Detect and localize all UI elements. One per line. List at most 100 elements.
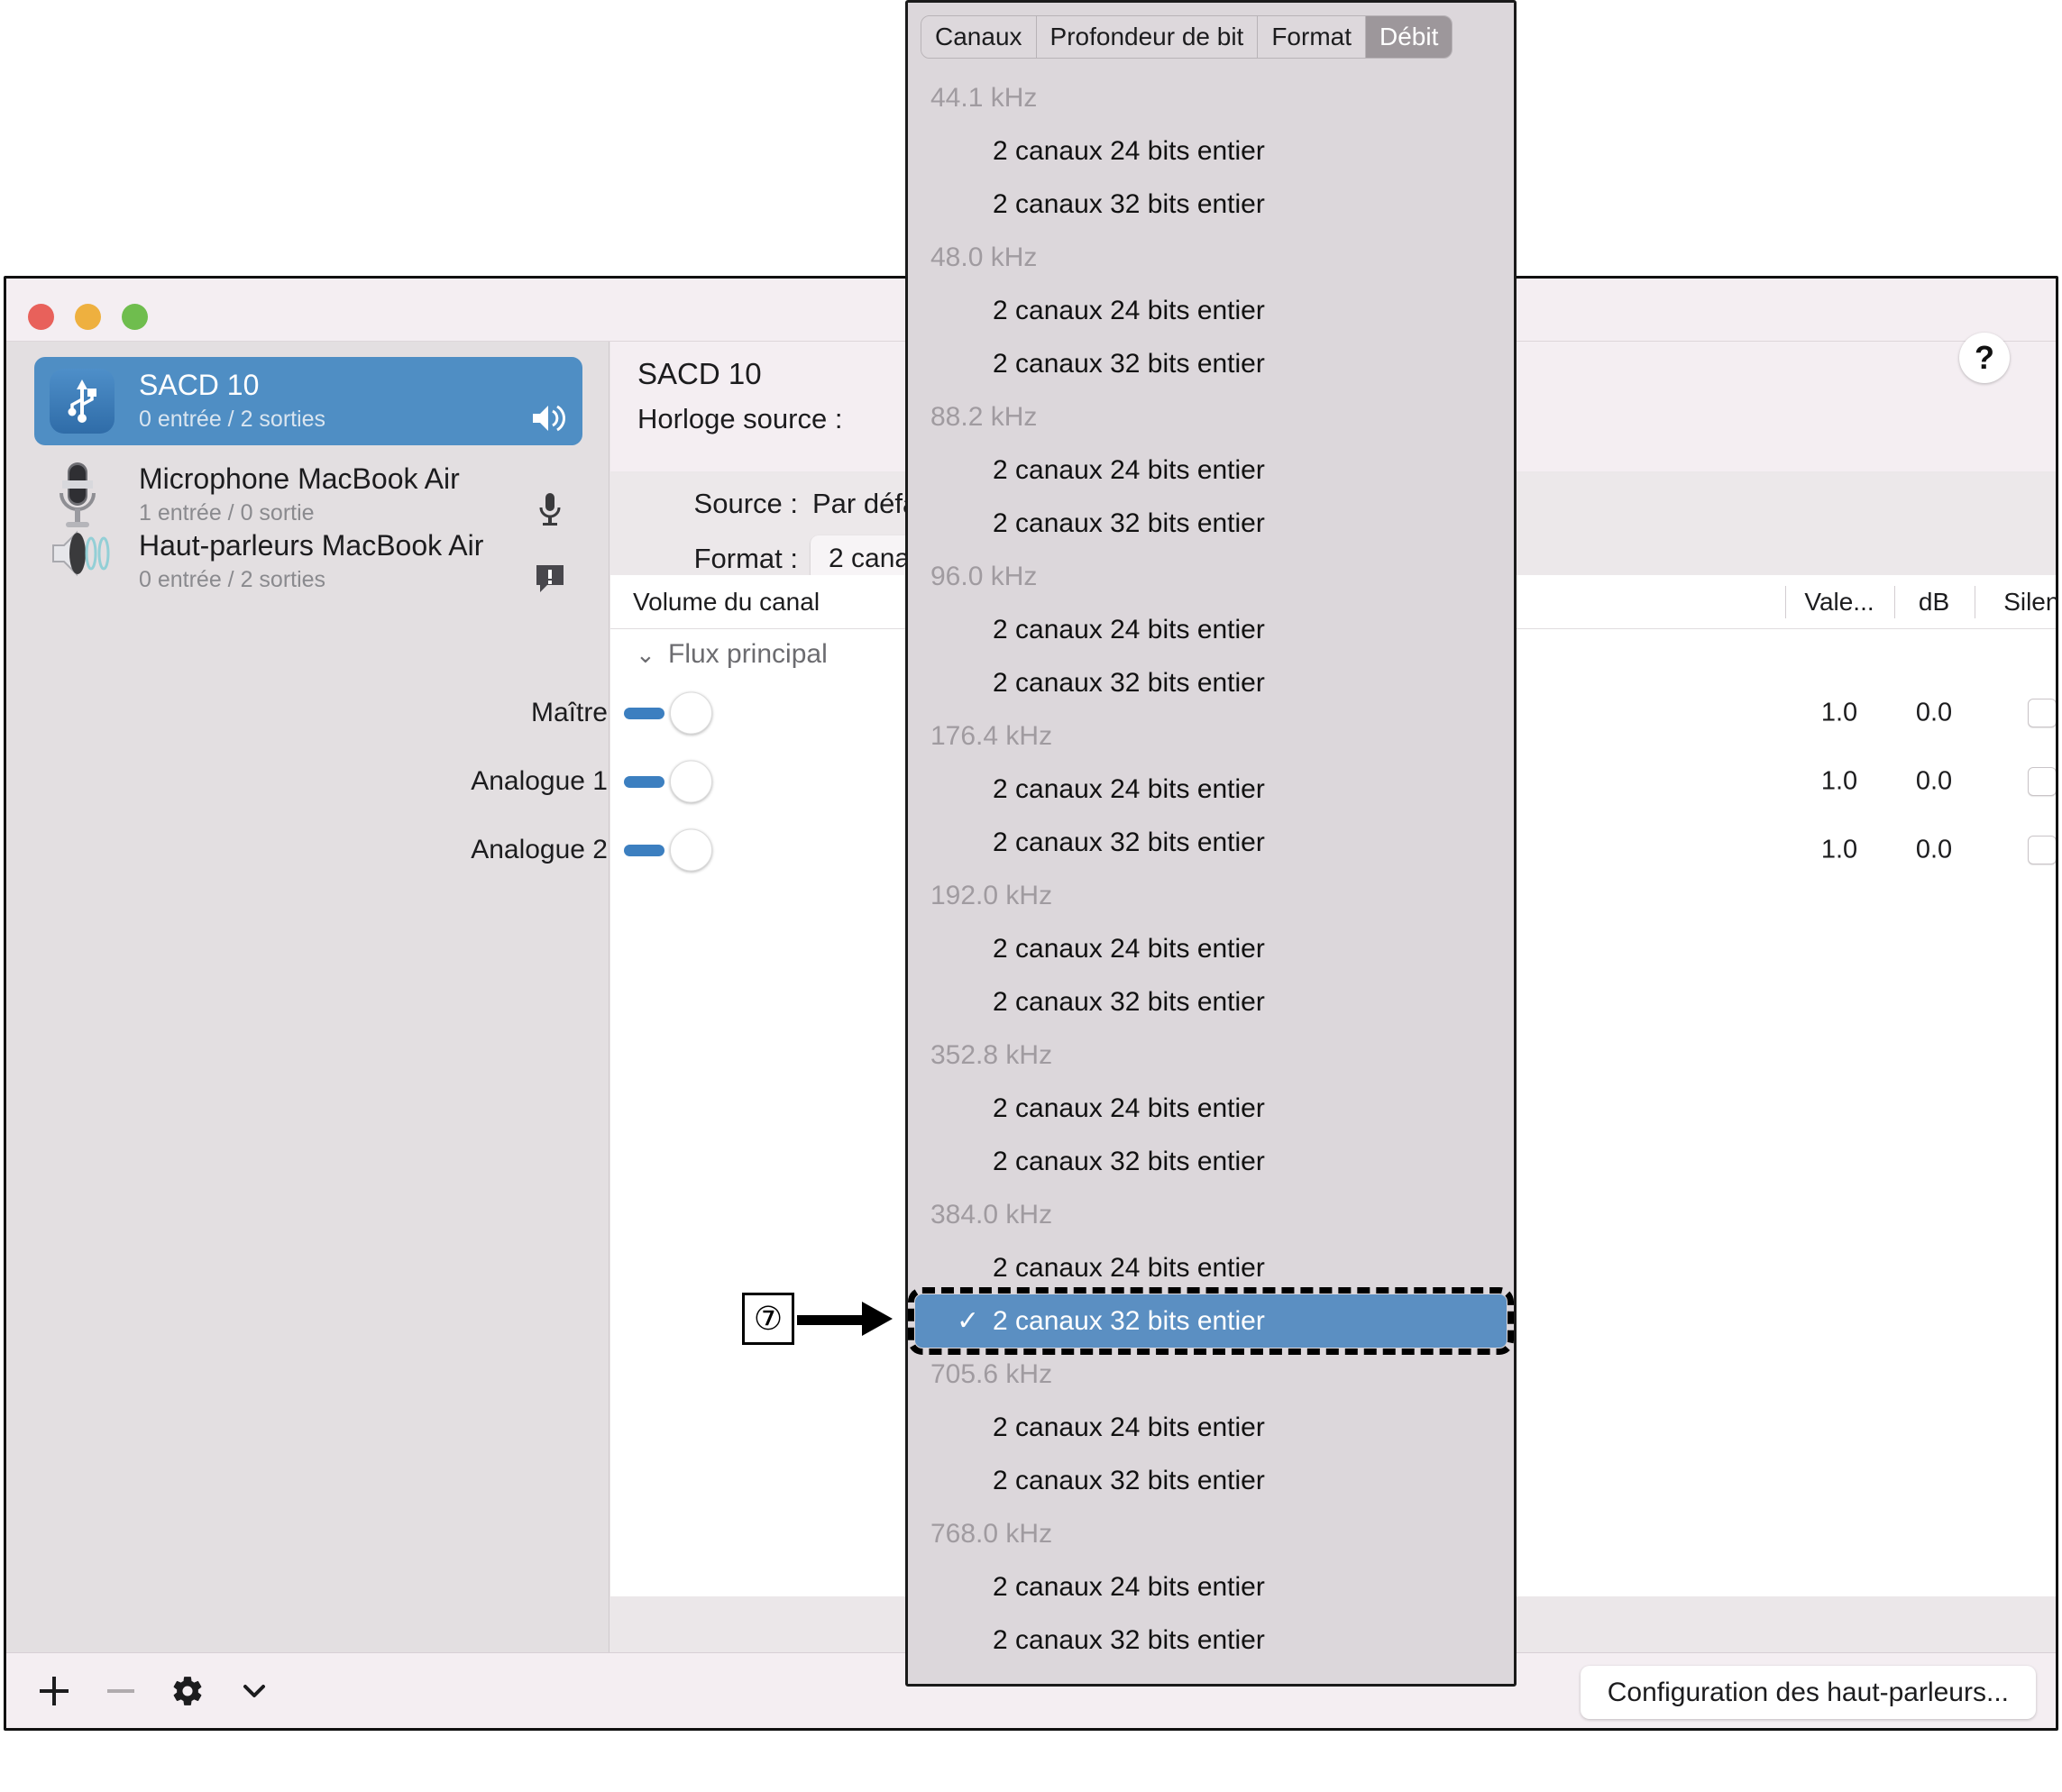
rate-group-header: 352.8 kHz (930, 1039, 1053, 1070)
menu-segmented-control-wrap: Canaux Profondeur de bit Format Débit (921, 15, 1505, 59)
volume-slider[interactable] (624, 774, 664, 789)
menu-item[interactable]: 2 canaux 24 bits entier (908, 284, 1514, 337)
column-header-mute-label: Silen... (2003, 588, 2058, 616)
menu-item-label: 2 canaux 24 bits entier (993, 135, 1265, 166)
callout-annotation: ⑦ (742, 1293, 893, 1345)
db-cell: 0.0 (1915, 766, 1953, 796)
device-name: SACD 10 (139, 368, 260, 401)
minus-icon (107, 1689, 134, 1693)
menu-item[interactable]: 2 canaux 24 bits entier (908, 1401, 1514, 1454)
mute-checkbox[interactable] (2028, 767, 2056, 796)
menu-item[interactable]: 2 canaux 24 bits entier (908, 922, 1514, 975)
menu-item-label: 2 canaux 32 bits entier (993, 1146, 1265, 1176)
menu-item-label: 2 canaux 24 bits entier (993, 1252, 1265, 1283)
menu-item[interactable]: 2 canaux 32 bits entier (908, 975, 1514, 1029)
sidebar-toolbar-buttons (21, 1653, 288, 1728)
rate-group-header: 88.2 kHz (930, 401, 1038, 432)
volume-slider[interactable] (624, 706, 664, 720)
rate-group-header: 768.0 kHz (930, 1518, 1053, 1549)
volume-slider-knob[interactable] (670, 828, 712, 872)
menu-item-label: 2 canaux 24 bits entier (993, 933, 1265, 964)
screenshot-root: Pé (0, 0, 2062, 1792)
tab-canaux[interactable]: Canaux (921, 16, 1037, 58)
menu-item-label: 2 canaux 24 bits entier (993, 614, 1265, 645)
chevron-down-icon[interactable]: ⌄ (636, 641, 659, 669)
device-alert-indicator (518, 526, 582, 598)
sidebar-item-sacd-10[interactable]: SACD 10 0 entrée / 2 sorties (34, 357, 582, 445)
rate-group-header: 192.0 kHz (930, 880, 1053, 910)
menu-item[interactable]: 2 canaux 32 bits entier (908, 497, 1514, 550)
menu-item[interactable]: 2 canaux 24 bits entier (908, 1241, 1514, 1294)
more-options-button[interactable] (221, 1653, 288, 1728)
menu-item[interactable]: 2 canaux 32 bits entier (908, 816, 1514, 869)
channel-label: Analogue 1 (471, 766, 608, 796)
menu-item[interactable]: 2 canaux 32 bits entier (908, 656, 1514, 709)
menu-item[interactable]: 2 canaux 32 bits entier (908, 178, 1514, 231)
source-value[interactable]: Par défa (812, 488, 918, 520)
sample-rate-list: 44.1 kHz 2 canaux 24 bits entier 2 canau… (908, 71, 1514, 1667)
menu-item[interactable]: 2 canaux 24 bits entier (908, 1082, 1514, 1135)
volume-slider-knob[interactable] (670, 760, 712, 803)
menu-item-label: 2 canaux 32 bits entier (993, 1305, 1265, 1336)
callout-number: ⑦ (742, 1293, 794, 1345)
format-popup-menu: Canaux Profondeur de bit Format Débit 44… (905, 0, 1517, 1687)
column-header-db: dB (1894, 575, 1974, 629)
add-device-button[interactable] (21, 1653, 87, 1728)
sidebar-item-haut-parleurs-macbook-air[interactable]: Haut-parleurs MacBook Air 0 entrée / 2 s… (34, 517, 582, 606)
gear-icon (173, 1677, 202, 1705)
menu-item[interactable]: 2 canaux 24 bits entier (908, 603, 1514, 656)
mute-cell (1975, 699, 2056, 727)
speaker-glyph (52, 530, 110, 577)
menu-item-label: 2 canaux 32 bits entier (993, 827, 1265, 857)
speaker-device-icon (50, 526, 122, 598)
mute-cell (1975, 767, 2056, 796)
device-io: 0 entrée / 2 sorties (139, 566, 326, 592)
menu-item[interactable]: 2 canaux 24 bits entier (908, 443, 1514, 497)
menu-item[interactable]: 2 canaux 32 bits entier (908, 337, 1514, 390)
mute-checkbox[interactable] (2028, 699, 2056, 727)
channel-label: Maître (530, 698, 608, 727)
volume-slider[interactable] (624, 843, 664, 857)
menu-item-label: 2 canaux 24 bits entier (993, 295, 1265, 325)
tab-debit[interactable]: Débit (1366, 16, 1453, 58)
menu-item[interactable]: 2 canaux 24 bits entier (908, 1560, 1514, 1614)
column-divider (1894, 586, 1895, 618)
menu-item-label: 2 canaux 32 bits entier (993, 507, 1265, 538)
menu-item-selected[interactable]: ✓ 2 canaux 32 bits entier (908, 1287, 1514, 1355)
format-label: Format : (693, 543, 798, 574)
callout-arrow-icon (797, 1302, 896, 1336)
menu-item[interactable]: 2 canaux 32 bits entier (908, 1614, 1514, 1667)
column-header-mute: Silen... (1975, 575, 2058, 629)
menu-item[interactable]: 2 canaux 32 bits entier (908, 1135, 1514, 1188)
clock-source-label: Horloge source : (637, 403, 843, 434)
remove-device-button[interactable] (87, 1653, 154, 1728)
menu-item-label: 2 canaux 24 bits entier (993, 773, 1265, 804)
device-name: Microphone MacBook Air (139, 462, 460, 495)
device-name: Haut-parleurs MacBook Air (139, 528, 484, 562)
menu-item-label: 2 canaux 24 bits entier (993, 1412, 1265, 1442)
device-settings-button[interactable] (154, 1653, 221, 1728)
menu-item-label: 2 canaux 24 bits entier (993, 1571, 1265, 1602)
menu-item[interactable]: 2 canaux 24 bits entier (908, 763, 1514, 816)
help-button[interactable]: ? (1959, 333, 2010, 383)
tab-profondeur-de-bit[interactable]: Profondeur de bit (1036, 16, 1259, 58)
rate-group-header: 384.0 kHz (930, 1199, 1053, 1230)
value-cell: 1.0 (1820, 835, 1858, 864)
db-cell: 0.0 (1915, 835, 1953, 864)
value-cell: 1.0 (1820, 766, 1858, 796)
page-title: SACD 10 (637, 357, 762, 390)
mute-checkbox[interactable] (2028, 836, 2056, 864)
plus-icon (40, 1677, 69, 1705)
rate-group-header: 44.1 kHz (930, 82, 1038, 113)
menu-item-label: 2 canaux 32 bits entier (993, 188, 1265, 219)
tab-format[interactable]: Format (1258, 16, 1367, 58)
speaker-icon (533, 405, 566, 432)
rate-group-header: 176.4 kHz (930, 720, 1053, 751)
speaker-configuration-button[interactable]: Configuration des haut-parleurs... (1580, 1666, 2036, 1719)
group-label: Flux principal (668, 639, 828, 669)
volume-slider-knob[interactable] (670, 691, 712, 735)
menu-item[interactable]: 2 canaux 32 bits entier (908, 1454, 1514, 1507)
menu-item-label: 2 canaux 32 bits entier (993, 667, 1265, 698)
menu-item[interactable]: 2 canaux 24 bits entier (908, 124, 1514, 178)
db-cell: 0.0 (1915, 698, 1953, 727)
